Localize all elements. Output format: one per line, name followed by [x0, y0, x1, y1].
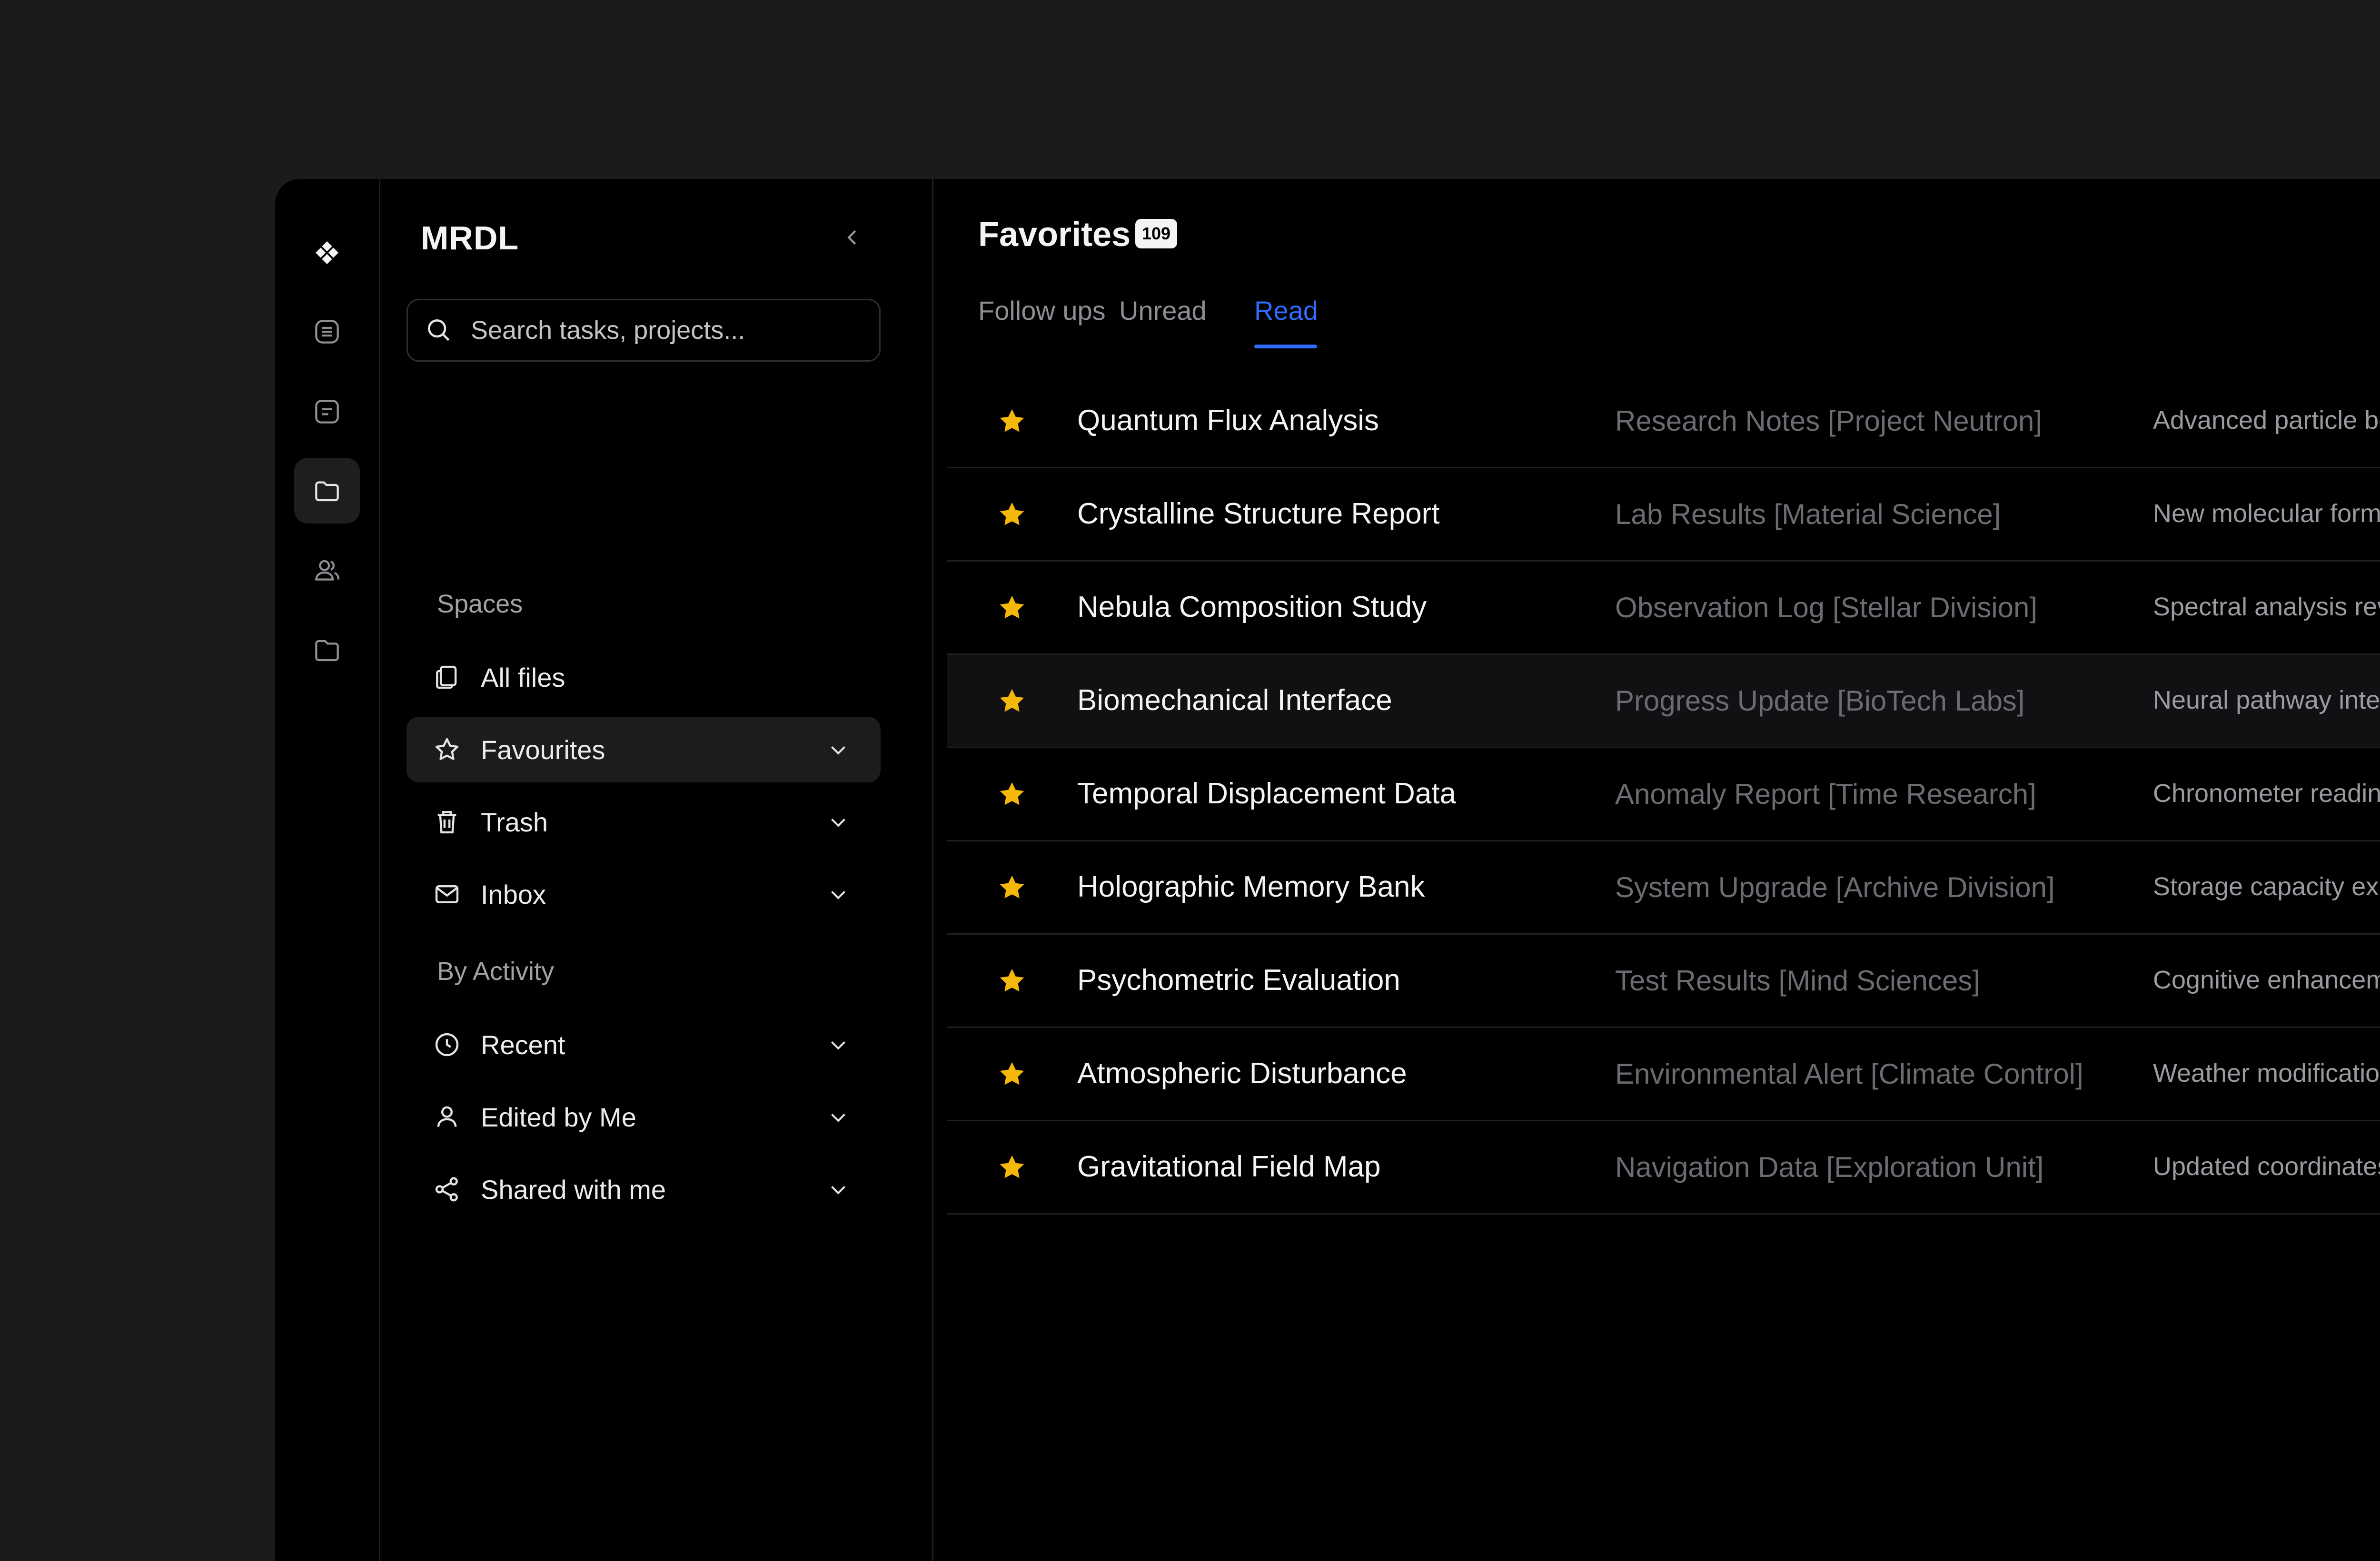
- item-category: Progress Update [BioTech Labs]: [1615, 685, 2025, 717]
- sidebar-item-all-files[interactable]: All files: [407, 644, 881, 710]
- sidebar-item-label: All files: [481, 662, 565, 692]
- item-description: Storage capacity expanc: [2153, 872, 2380, 901]
- item-title: Holographic Memory Bank: [1077, 870, 1425, 903]
- item-category: System Upgrade [Archive Division]: [1615, 871, 2055, 903]
- item-category: Lab Results [Material Science]: [1615, 498, 2001, 530]
- main-panel: Favorites 109 Follow ups Unread Read Qua…: [933, 179, 2380, 1561]
- users-icon[interactable]: [294, 538, 360, 603]
- collapse-sidebar-button[interactable]: [836, 221, 869, 254]
- item-description: Chronometer readings in: [2153, 779, 2380, 808]
- star-filled-icon[interactable]: [996, 779, 1028, 810]
- list-item[interactable]: Gravitational Field Map Navigation Data …: [947, 1121, 2380, 1215]
- sidebar-item-label: Recent: [481, 1029, 565, 1060]
- item-description: Updated coordinates for: [2153, 1152, 2380, 1181]
- sidebar-item-edited-by-me[interactable]: Edited by Me: [407, 1084, 881, 1150]
- item-title: Psychometric Evaluation: [1077, 964, 1400, 997]
- folder-icon[interactable]: [294, 458, 360, 524]
- star-filled-icon[interactable]: [996, 499, 1028, 530]
- item-category: Observation Log [Stellar Division]: [1615, 592, 2038, 623]
- star-filled-icon[interactable]: [996, 405, 1028, 437]
- chevron-down-icon[interactable]: [825, 1032, 851, 1057]
- count-badge: 109: [1135, 219, 1178, 248]
- list-item[interactable]: Biomechanical Interface Progress Update …: [947, 655, 2380, 748]
- item-title: Atmospheric Disturbance: [1077, 1057, 1407, 1090]
- chevron-down-icon[interactable]: [825, 809, 851, 835]
- item-description: Cognitive enhancement p: [2153, 966, 2380, 994]
- activity-section-label: By Activity: [437, 957, 555, 986]
- brand-name: MRDL: [421, 219, 519, 257]
- sidebar-item-label: Favourites: [481, 734, 605, 765]
- sidebar-item-recent[interactable]: Recent: [407, 1012, 881, 1077]
- trash-icon: [432, 807, 462, 837]
- icon-rail: [275, 179, 380, 1561]
- list-item[interactable]: Crystalline Structure Report Lab Results…: [947, 468, 2380, 562]
- chevron-down-icon[interactable]: [825, 737, 851, 762]
- item-description: Weather modification sys: [2153, 1059, 2380, 1087]
- item-description: Advanced particle behav: [2153, 406, 2380, 435]
- search-box[interactable]: [407, 299, 881, 362]
- search-icon: [428, 319, 450, 341]
- sidebar-item-label: Trash: [481, 807, 548, 837]
- clock-icon: [432, 1030, 462, 1059]
- item-description: Neural pathway integrati: [2153, 686, 2380, 714]
- item-title: Nebula Composition Study: [1077, 591, 1427, 623]
- mail-icon: [432, 879, 462, 909]
- item-category: Navigation Data [Exploration Unit]: [1615, 1151, 2044, 1183]
- chevron-left-icon: [847, 230, 856, 245]
- logo-icon[interactable]: [294, 220, 360, 286]
- user-icon: [432, 1102, 462, 1132]
- sidebar-item-trash[interactable]: Trash: [407, 789, 881, 855]
- star-outline-icon: [432, 735, 462, 764]
- spaces-section-label: Spaces: [437, 590, 523, 618]
- list-item[interactable]: Temporal Displacement Data Anomaly Repor…: [947, 748, 2380, 841]
- item-category: Environmental Alert [Climate Control]: [1615, 1058, 2083, 1090]
- sidebar-item-favourites[interactable]: Favourites: [407, 717, 881, 782]
- chevron-down-icon[interactable]: [825, 1176, 851, 1202]
- item-description: Spectral analysis reveals: [2153, 593, 2380, 621]
- tab-unread[interactable]: Unread: [1119, 295, 1207, 326]
- item-title: Biomechanical Interface: [1077, 684, 1392, 717]
- sidebar-item-inbox[interactable]: Inbox: [407, 861, 881, 927]
- list-item[interactable]: Quantum Flux Analysis Research Notes [Pr…: [947, 375, 2380, 468]
- page-title: Favorites: [978, 216, 1131, 254]
- item-category: Research Notes [Project Neutron]: [1615, 405, 2043, 437]
- sidebar-item-label: Inbox: [481, 879, 546, 909]
- app-window: MRDL Spaces All files Favourites Trash I…: [275, 179, 2380, 1561]
- active-tab-indicator: [1254, 345, 1317, 348]
- item-title: Temporal Displacement Data: [1077, 777, 1457, 810]
- star-filled-icon[interactable]: [996, 965, 1028, 997]
- tab-follow-ups[interactable]: Follow ups: [978, 295, 1106, 326]
- archive-icon[interactable]: [294, 618, 360, 683]
- share-icon: [432, 1175, 462, 1204]
- item-category: Anomaly Report [Time Research]: [1615, 778, 2036, 810]
- star-filled-icon[interactable]: [996, 1058, 1028, 1090]
- list-item[interactable]: Atmospheric Disturbance Environmental Al…: [947, 1028, 2380, 1121]
- star-filled-icon[interactable]: [996, 1152, 1028, 1183]
- note-icon[interactable]: [294, 379, 360, 445]
- sidebar-item-label: Shared with me: [481, 1174, 666, 1205]
- sidebar-item-shared-with-me[interactable]: Shared with me: [407, 1156, 881, 1222]
- item-title: Quantum Flux Analysis: [1077, 404, 1379, 437]
- item-title: Gravitational Field Map: [1077, 1150, 1381, 1183]
- files-icon: [432, 662, 462, 692]
- list-item[interactable]: Holographic Memory Bank System Upgrade […: [947, 841, 2380, 935]
- sidebar: MRDL Spaces All files Favourites Trash I…: [379, 179, 933, 1561]
- item-category: Test Results [Mind Sciences]: [1615, 965, 1980, 997]
- star-filled-icon[interactable]: [996, 592, 1028, 623]
- star-filled-icon[interactable]: [996, 872, 1028, 903]
- favorites-list: Quantum Flux Analysis Research Notes [Pr…: [947, 375, 2380, 1215]
- star-filled-icon[interactable]: [996, 685, 1028, 717]
- item-title: Crystalline Structure Report: [1077, 497, 1440, 530]
- search-input[interactable]: [470, 315, 862, 346]
- list-item[interactable]: Psychometric Evaluation Test Results [Mi…: [947, 935, 2380, 1028]
- list-item[interactable]: Nebula Composition Study Observation Log…: [947, 562, 2380, 655]
- sidebar-item-label: Edited by Me: [481, 1102, 636, 1132]
- tab-read[interactable]: Read: [1254, 295, 1318, 326]
- list-icon[interactable]: [294, 299, 360, 365]
- chevron-down-icon[interactable]: [825, 881, 851, 907]
- item-description: New molecular formation: [2153, 499, 2380, 528]
- chevron-down-icon[interactable]: [825, 1104, 851, 1130]
